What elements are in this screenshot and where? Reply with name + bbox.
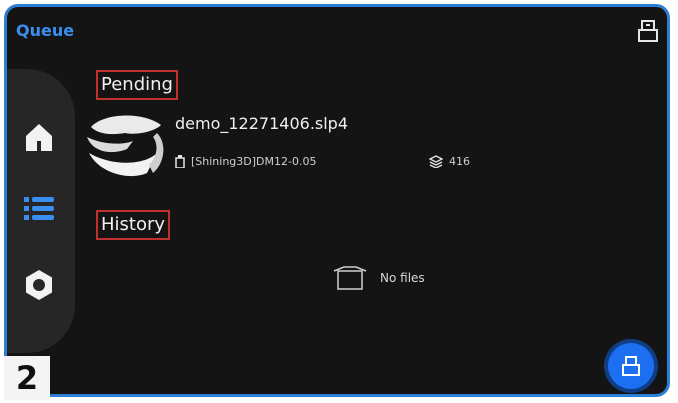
- sidebar-item-settings[interactable]: [21, 267, 57, 303]
- layer-count: 416: [449, 155, 470, 168]
- layer-info: 416: [429, 155, 470, 168]
- pending-file-name[interactable]: demo_12271406.slp4: [175, 114, 348, 133]
- material-name: [Shining3D]DM12-0.05: [191, 155, 317, 168]
- sidebar-item-queue[interactable]: [21, 191, 57, 227]
- gear-icon: [26, 270, 52, 300]
- material-info: [Shining3D]DM12-0.05: [175, 155, 316, 168]
- layers-icon: [429, 155, 443, 168]
- resin-bottle-icon: [175, 155, 185, 168]
- empty-text: No files: [380, 271, 425, 285]
- printer-icon[interactable]: [637, 19, 659, 43]
- model-thumbnail[interactable]: [83, 113, 169, 185]
- app-window: Queue Pending demo_12271406.slp4 [Shinin…: [4, 4, 670, 397]
- home-icon: [26, 124, 52, 151]
- printer-icon: [622, 356, 640, 376]
- pending-label: Pending: [96, 70, 178, 100]
- step-badge: 2: [4, 356, 50, 400]
- page-title: Queue: [16, 21, 75, 40]
- history-label: History: [96, 210, 171, 240]
- history-empty-state: No files: [332, 265, 425, 291]
- empty-box-icon: [333, 266, 367, 290]
- print-button[interactable]: [608, 343, 654, 389]
- list-icon: [24, 197, 54, 220]
- sidebar: [7, 69, 75, 353]
- sidebar-item-home[interactable]: [21, 119, 57, 155]
